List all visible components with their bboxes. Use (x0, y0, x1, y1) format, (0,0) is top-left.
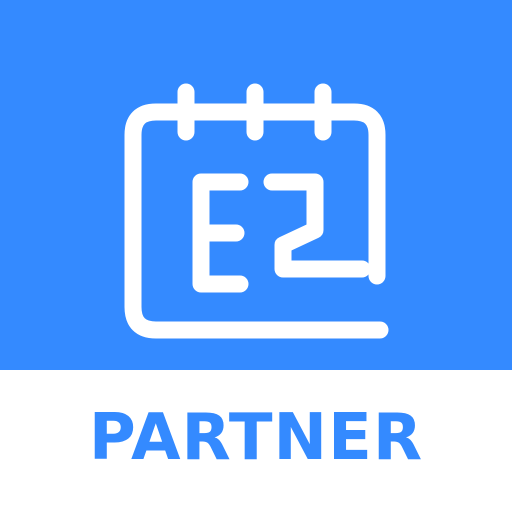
app-icon: PARTNER (0, 0, 512, 512)
partner-caption: PARTNER (88, 401, 424, 475)
calendar-icon (0, 0, 512, 370)
brand-panel (0, 0, 512, 370)
